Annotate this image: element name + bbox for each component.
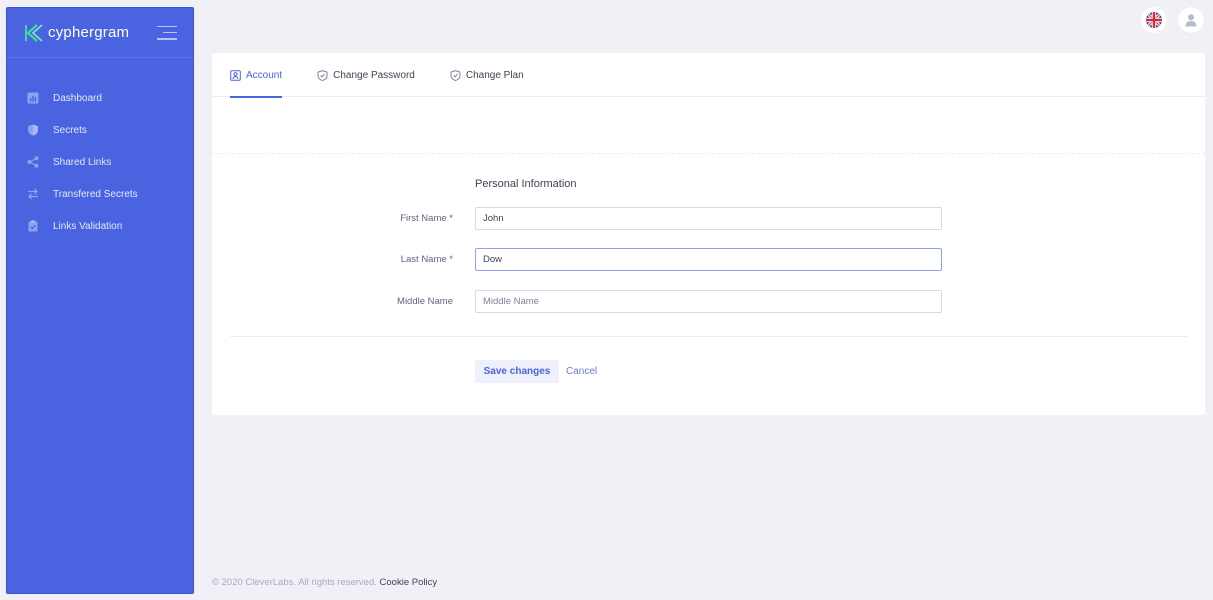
language-selector[interactable] xyxy=(1141,7,1167,33)
middle-name-label: Middle Name xyxy=(397,296,453,307)
shield-check-icon xyxy=(317,69,328,81)
sidebar-item-transfered-secrets[interactable]: Transfered Secrets xyxy=(7,178,193,210)
clipboard-check-icon xyxy=(27,220,39,232)
user-menu-button[interactable] xyxy=(1178,7,1204,33)
sidebar-item-dashboard[interactable]: Dashboard xyxy=(7,82,193,114)
last-name-row: Last Name * xyxy=(212,248,1205,271)
chart-icon xyxy=(27,92,39,104)
sidebar-item-label: Links Validation xyxy=(53,220,123,232)
sidebar-item-links-validation[interactable]: Links Validation xyxy=(7,210,193,242)
sidebar-item-shared-links[interactable]: Shared Links xyxy=(7,146,193,178)
middle-name-input[interactable] xyxy=(475,290,942,313)
transfer-icon xyxy=(27,188,39,200)
menu-toggle-icon[interactable] xyxy=(157,25,177,40)
tab-change-plan[interactable]: Change Plan xyxy=(450,53,524,97)
tab-change-password[interactable]: Change Password xyxy=(317,53,415,97)
sidebar-item-label: Shared Links xyxy=(53,156,112,168)
uk-flag-icon xyxy=(1146,12,1162,28)
first-name-input[interactable] xyxy=(475,207,942,230)
card-header-spacer xyxy=(212,97,1205,154)
sidebar-item-label: Secrets xyxy=(53,124,87,136)
sidebar-item-label: Dashboard xyxy=(53,92,102,104)
sidebar-item-secrets[interactable]: Secrets xyxy=(7,114,193,146)
tab-account[interactable]: Account xyxy=(230,53,283,98)
shield-icon xyxy=(27,124,39,136)
copyright-text: © 2020 CleverLabs. All rights reserved. xyxy=(212,577,377,588)
sidebar-menu: Dashboard Secrets Shared Links Transfere… xyxy=(7,58,193,242)
last-name-input[interactable] xyxy=(475,248,942,271)
share-icon xyxy=(27,156,39,168)
tab-label: Change Plan xyxy=(465,69,524,81)
cookie-policy-link[interactable]: Cookie Policy xyxy=(380,577,438,588)
brand: cyphergram xyxy=(7,8,193,58)
footer: © 2020 CleverLabs. All rights reserved. … xyxy=(212,577,437,588)
sidebar: cyphergram Dashboard Secrets Shared Link… xyxy=(6,7,194,594)
shield-check-icon xyxy=(450,69,461,81)
brand-name: cyphergram xyxy=(48,24,130,41)
first-name-row: First Name * xyxy=(212,207,1205,230)
save-changes-button[interactable]: Save changes xyxy=(475,360,559,383)
user-icon xyxy=(1185,14,1197,27)
first-name-label: First Name * xyxy=(400,213,453,224)
sidebar-item-label: Transfered Secrets xyxy=(53,188,138,200)
form-divider xyxy=(230,336,1187,337)
tab-label: Change Password xyxy=(333,69,415,81)
section-title: Personal Information xyxy=(475,178,577,190)
tab-label: Account xyxy=(246,69,283,81)
account-settings-card: Account Change Password Change Plan Pers… xyxy=(212,53,1205,415)
middle-name-row: Middle Name xyxy=(212,290,1205,313)
cyphergram-logo-icon xyxy=(25,23,43,42)
settings-tabs: Account Change Password Change Plan xyxy=(212,53,1205,98)
account-icon xyxy=(230,69,241,81)
cancel-button[interactable]: Cancel xyxy=(566,360,597,383)
last-name-label: Last Name * xyxy=(400,254,453,265)
